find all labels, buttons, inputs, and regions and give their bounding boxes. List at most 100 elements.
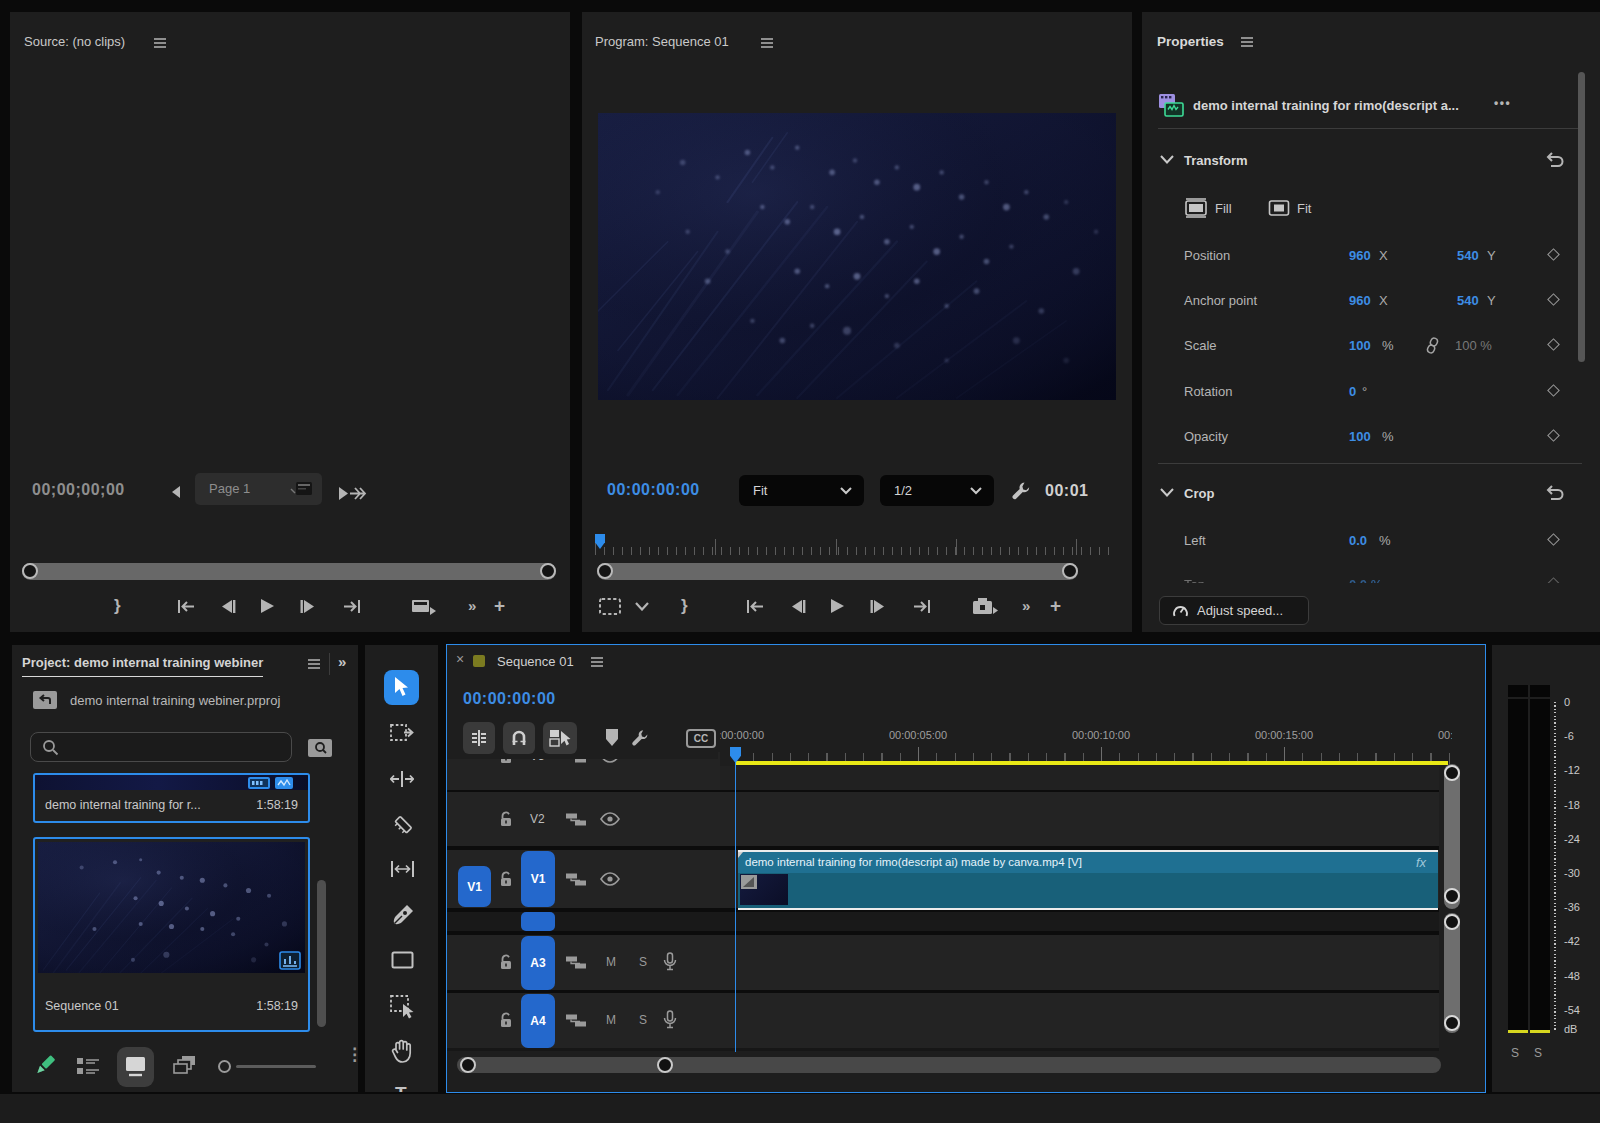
reset-icon[interactable]: [1545, 484, 1565, 502]
audio-scroll-handle-top[interactable]: [1444, 914, 1460, 930]
pen-tool[interactable]: [393, 904, 414, 926]
timeline-clip[interactable]: demo internal training for rimo(descript…: [738, 850, 1438, 910]
linked-selection-button[interactable]: [543, 722, 577, 754]
razor-tool[interactable]: [392, 814, 414, 836]
mic-icon[interactable]: [663, 952, 677, 972]
timeline-ruler[interactable]: 00:00:00:00 00:00:05:00 00:00:10:00 00:0…: [720, 711, 1452, 766]
meter-solo-left[interactable]: S: [1511, 1046, 1519, 1060]
thumbnail-view-button[interactable]: [117, 1047, 154, 1087]
source-patch-icon[interactable]: [565, 872, 587, 887]
audio-scroll-handle-bottom[interactable]: [1444, 1015, 1460, 1031]
video-scroll-handle-top[interactable]: [1444, 765, 1460, 781]
opacity-keyframe-icon[interactable]: [1547, 429, 1560, 442]
add-button-icon[interactable]: +: [494, 595, 505, 617]
h-scroll-handle-left[interactable]: [460, 1057, 476, 1073]
anchor-y-value[interactable]: 540: [1457, 293, 1479, 308]
crop-left-value[interactable]: 0.0: [1349, 533, 1367, 548]
source-timecode[interactable]: 00;00;00;00: [32, 481, 125, 499]
project-file-name[interactable]: demo internal training webiner.prproj: [70, 693, 280, 708]
add-button-icon[interactable]: +: [1050, 595, 1061, 617]
page-selector[interactable]: Page 1: [195, 473, 322, 505]
source-scroll-handle-left[interactable]: [22, 563, 38, 579]
fill-icon[interactable]: [1184, 198, 1208, 218]
step-forward-icon[interactable]: [300, 599, 318, 614]
search-input[interactable]: [30, 732, 292, 762]
edit-pencil-icon[interactable]: [32, 1051, 58, 1079]
source-scrollbar[interactable]: [22, 563, 556, 580]
marker-icon[interactable]: [604, 728, 620, 747]
source-scroll-handle-right[interactable]: [540, 563, 556, 579]
opacity-value[interactable]: 100: [1349, 429, 1371, 444]
captions-button[interactable]: CC: [686, 729, 716, 748]
eye-icon[interactable]: [600, 872, 620, 886]
chevron-down-icon[interactable]: [1160, 488, 1174, 497]
timeline-menu-icon[interactable]: [590, 656, 604, 668]
program-scroll-handle-right[interactable]: [1062, 563, 1078, 579]
freeform-view-icon[interactable]: [173, 1054, 199, 1078]
timeline-tab-label[interactable]: Sequence 01: [497, 654, 574, 669]
video-scroll-handle-bottom[interactable]: [1444, 888, 1460, 904]
solo-button[interactable]: S: [639, 955, 647, 969]
step-forward-icon[interactable]: [870, 599, 888, 614]
button-editor-icon[interactable]: »: [1022, 597, 1030, 614]
mute-button[interactable]: M: [606, 1013, 616, 1027]
crop-section-label[interactable]: Crop: [1184, 486, 1214, 501]
close-tab-icon[interactable]: ×: [456, 651, 464, 667]
rectangle-tool[interactable]: [391, 951, 414, 969]
type-tool[interactable]: T: [395, 1083, 407, 1092]
transform-section-label[interactable]: Transform: [1184, 153, 1248, 168]
zoom-slider-track[interactable]: [236, 1065, 316, 1068]
scale-keyframe-icon[interactable]: [1547, 338, 1560, 351]
lock-icon[interactable]: [499, 954, 513, 971]
export-frame-icon[interactable]: [972, 596, 999, 616]
more-options-icon[interactable]: •••: [1494, 96, 1511, 110]
play-around-icon[interactable]: [338, 486, 368, 501]
project-item-sequence[interactable]: Sequence 01 1:58:19: [33, 837, 310, 1032]
track-v1-badge[interactable]: V1: [521, 851, 555, 907]
eye-icon[interactable]: [600, 812, 620, 826]
program-scroll-handle-left[interactable]: [597, 563, 613, 579]
go-to-in-icon[interactable]: [744, 599, 764, 614]
scale-value[interactable]: 100: [1349, 338, 1371, 353]
lock-icon[interactable]: [499, 811, 513, 828]
playhead-line[interactable]: [735, 762, 737, 1052]
lock-icon[interactable]: [499, 871, 513, 888]
more-options-dots-icon[interactable]: ⋮: [346, 1050, 358, 1059]
fit-button-label[interactable]: Fit: [1297, 201, 1311, 216]
source-patch-icon[interactable]: [565, 1013, 587, 1028]
properties-panel-menu-icon[interactable]: [1240, 36, 1254, 48]
reset-icon[interactable]: [1545, 151, 1565, 169]
folder-up-icon[interactable]: [32, 690, 58, 710]
previous-page-icon[interactable]: [170, 485, 182, 499]
play-icon[interactable]: [260, 598, 275, 614]
project-panel-title[interactable]: Project: demo internal training webiner: [22, 655, 263, 677]
position-x-value[interactable]: 960: [1349, 248, 1371, 263]
zoom-level-select[interactable]: Fit: [739, 475, 864, 506]
position-keyframe-icon[interactable]: [1547, 248, 1560, 261]
play-icon[interactable]: [830, 598, 845, 614]
fill-button-label[interactable]: Fill: [1215, 201, 1232, 216]
mark-out-icon[interactable]: }: [114, 596, 121, 616]
project-panel-menu-icon[interactable]: [307, 658, 321, 670]
fit-icon[interactable]: [1268, 198, 1290, 218]
position-y-value[interactable]: 540: [1457, 248, 1479, 263]
properties-scrollbar[interactable]: [1578, 72, 1585, 362]
track-a3-badge[interactable]: A3: [521, 936, 555, 990]
go-to-out-icon[interactable]: [343, 599, 363, 614]
anchor-keyframe-icon[interactable]: [1547, 293, 1560, 306]
playback-resolution-select[interactable]: 1/2: [880, 475, 994, 506]
source-panel-menu-icon[interactable]: [153, 37, 167, 49]
insert-icon[interactable]: [410, 597, 438, 615]
anchor-x-value[interactable]: 960: [1349, 293, 1371, 308]
button-editor-icon[interactable]: »: [468, 597, 476, 614]
adjust-speed-button[interactable]: Adjust speed...: [1159, 596, 1309, 625]
timeline-settings-wrench-icon[interactable]: [630, 728, 650, 748]
hand-tool[interactable]: [391, 1039, 413, 1063]
rotation-value[interactable]: 0: [1349, 384, 1356, 399]
chevron-down-icon[interactable]: [635, 602, 649, 611]
go-to-in-icon[interactable]: [175, 599, 195, 614]
track-select-forward-tool[interactable]: [390, 722, 416, 744]
nest-toggle-button[interactable]: [463, 722, 495, 754]
program-scrollbar[interactable]: [597, 563, 1078, 580]
lock-icon[interactable]: [499, 1012, 513, 1029]
